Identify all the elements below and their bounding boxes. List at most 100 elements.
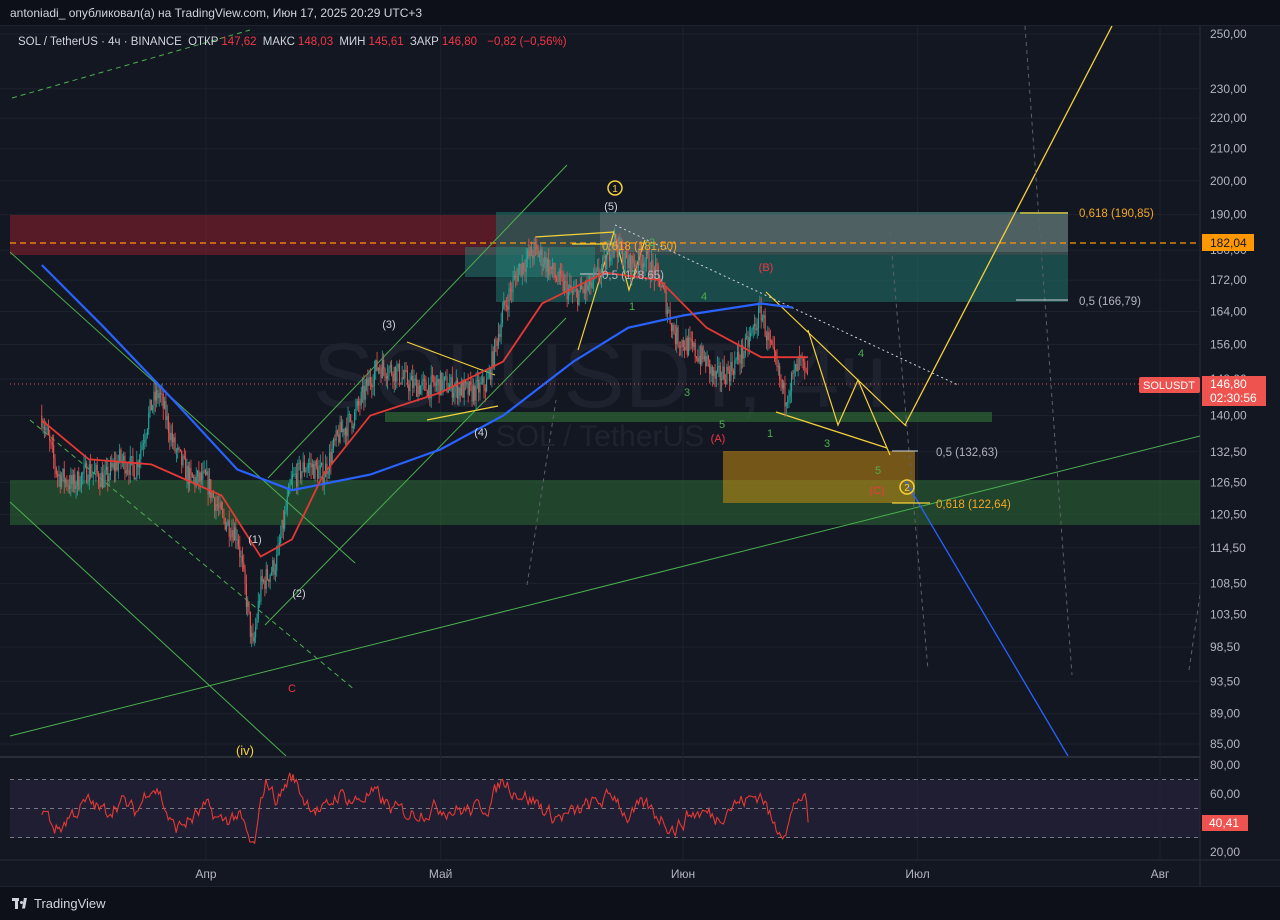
candle-body (301, 471, 303, 479)
candle-body (740, 345, 742, 364)
candle-body (767, 331, 769, 341)
candle-body (574, 288, 576, 292)
price-tick-label: 164,00 (1210, 304, 1247, 318)
candle-body (503, 300, 505, 310)
candle-body (513, 275, 515, 280)
candle-body (413, 379, 415, 389)
candle-body (582, 289, 584, 291)
legend-low: 145,61 (368, 36, 404, 48)
candle-body (317, 466, 319, 480)
candle-body (359, 404, 361, 406)
candle-body (169, 432, 171, 441)
candle-body (558, 270, 560, 282)
candle-body (458, 387, 460, 399)
candle-body (210, 479, 212, 498)
candle-body (802, 358, 804, 362)
candle-body (724, 379, 727, 385)
candle-body (468, 381, 471, 395)
candle-body (471, 383, 473, 402)
candle-body (191, 473, 193, 478)
candle-body (427, 385, 430, 398)
candle-body (604, 255, 606, 270)
legend-close-label: ЗАКР (409, 36, 439, 48)
legend-symbol[interactable]: SOL / TetherUS · 4ч · BINANCE (18, 36, 182, 48)
candle-body (306, 467, 308, 471)
candle-body (202, 471, 204, 480)
candle-body (602, 257, 604, 268)
symbol-legend[interactable]: SOL / TetherUS · 4ч · BINANCE ОТКР 147,62… (18, 36, 570, 48)
candle-body (330, 452, 332, 463)
candle-body (285, 509, 287, 513)
main-chart[interactable]: SOLUSDT, 4ч SOL / TetherUS 0,618 (190,85… (0, 0, 1280, 920)
candle-body (487, 377, 489, 380)
time-axis[interactable]: Апр Май Июн Июл Авг (195, 867, 1170, 881)
symbol-tag: SOLUSDT (1143, 380, 1195, 392)
candle-body (297, 463, 299, 487)
candle-body (140, 449, 142, 460)
candle-body (66, 479, 68, 486)
candle-body (295, 473, 298, 487)
candle-body (227, 520, 229, 526)
wave-circle-1: 1 (612, 184, 618, 195)
candle-body (673, 324, 675, 334)
candle-body (261, 576, 263, 582)
candle-body (278, 542, 280, 545)
candle-body (344, 428, 346, 436)
candle-body (199, 472, 201, 482)
fib-label-178: 0,5 (178,65) (602, 270, 664, 282)
candle-body (134, 478, 137, 480)
wave-1: (1) (248, 534, 261, 546)
tradingview-brand[interactable]: TradingView (12, 896, 106, 911)
candle-body (643, 263, 645, 267)
candle-body (496, 340, 498, 346)
candle-body (203, 470, 205, 472)
candle-body (128, 470, 130, 475)
candle-body (523, 263, 525, 270)
candle-body (497, 334, 500, 346)
candle-body (553, 263, 555, 275)
candle-body (804, 361, 806, 369)
candle-body (321, 463, 323, 466)
candle-body (541, 249, 543, 267)
candle-body (62, 468, 64, 478)
candle-body (95, 465, 97, 471)
wave-5: (5) (604, 201, 617, 213)
candle-body (586, 282, 588, 290)
candle-body (379, 367, 381, 370)
candle-body (776, 359, 778, 368)
candle-body (115, 461, 117, 471)
candle-body (492, 351, 494, 368)
candle-body (669, 309, 671, 324)
candle-body (771, 340, 773, 345)
candle-body (511, 290, 513, 292)
candle-body (57, 474, 59, 477)
wave-circle-2: 2 (904, 483, 910, 494)
fib-label-190: 0,618 (190,85) (1079, 208, 1154, 220)
candle-body (610, 257, 612, 261)
candle-body (88, 464, 90, 482)
green-wave-5: 5 (719, 419, 725, 431)
descending-line-2[interactable] (9, 501, 287, 756)
candle-body (107, 466, 109, 482)
price-tick-label: 210,00 (1210, 142, 1247, 156)
candle-body (130, 456, 133, 458)
candle-body (218, 506, 220, 508)
candle-body (748, 336, 750, 347)
candle-body (585, 282, 587, 294)
candle-body (310, 462, 312, 468)
candle-body (557, 280, 559, 282)
candle-body (79, 487, 81, 490)
candle-body (145, 435, 147, 440)
candle-body (731, 361, 733, 372)
candle-body (105, 466, 108, 470)
candle-body (117, 461, 119, 471)
candle-body (728, 370, 731, 382)
candle-body (257, 601, 259, 620)
candle-body (783, 383, 785, 389)
candle-body (336, 430, 339, 435)
watermark-name: SOL / TetherUS (496, 420, 704, 453)
descending-dashed[interactable] (29, 419, 356, 691)
candle-body (251, 633, 253, 637)
candle-body (149, 399, 151, 413)
candle-body (307, 464, 309, 468)
